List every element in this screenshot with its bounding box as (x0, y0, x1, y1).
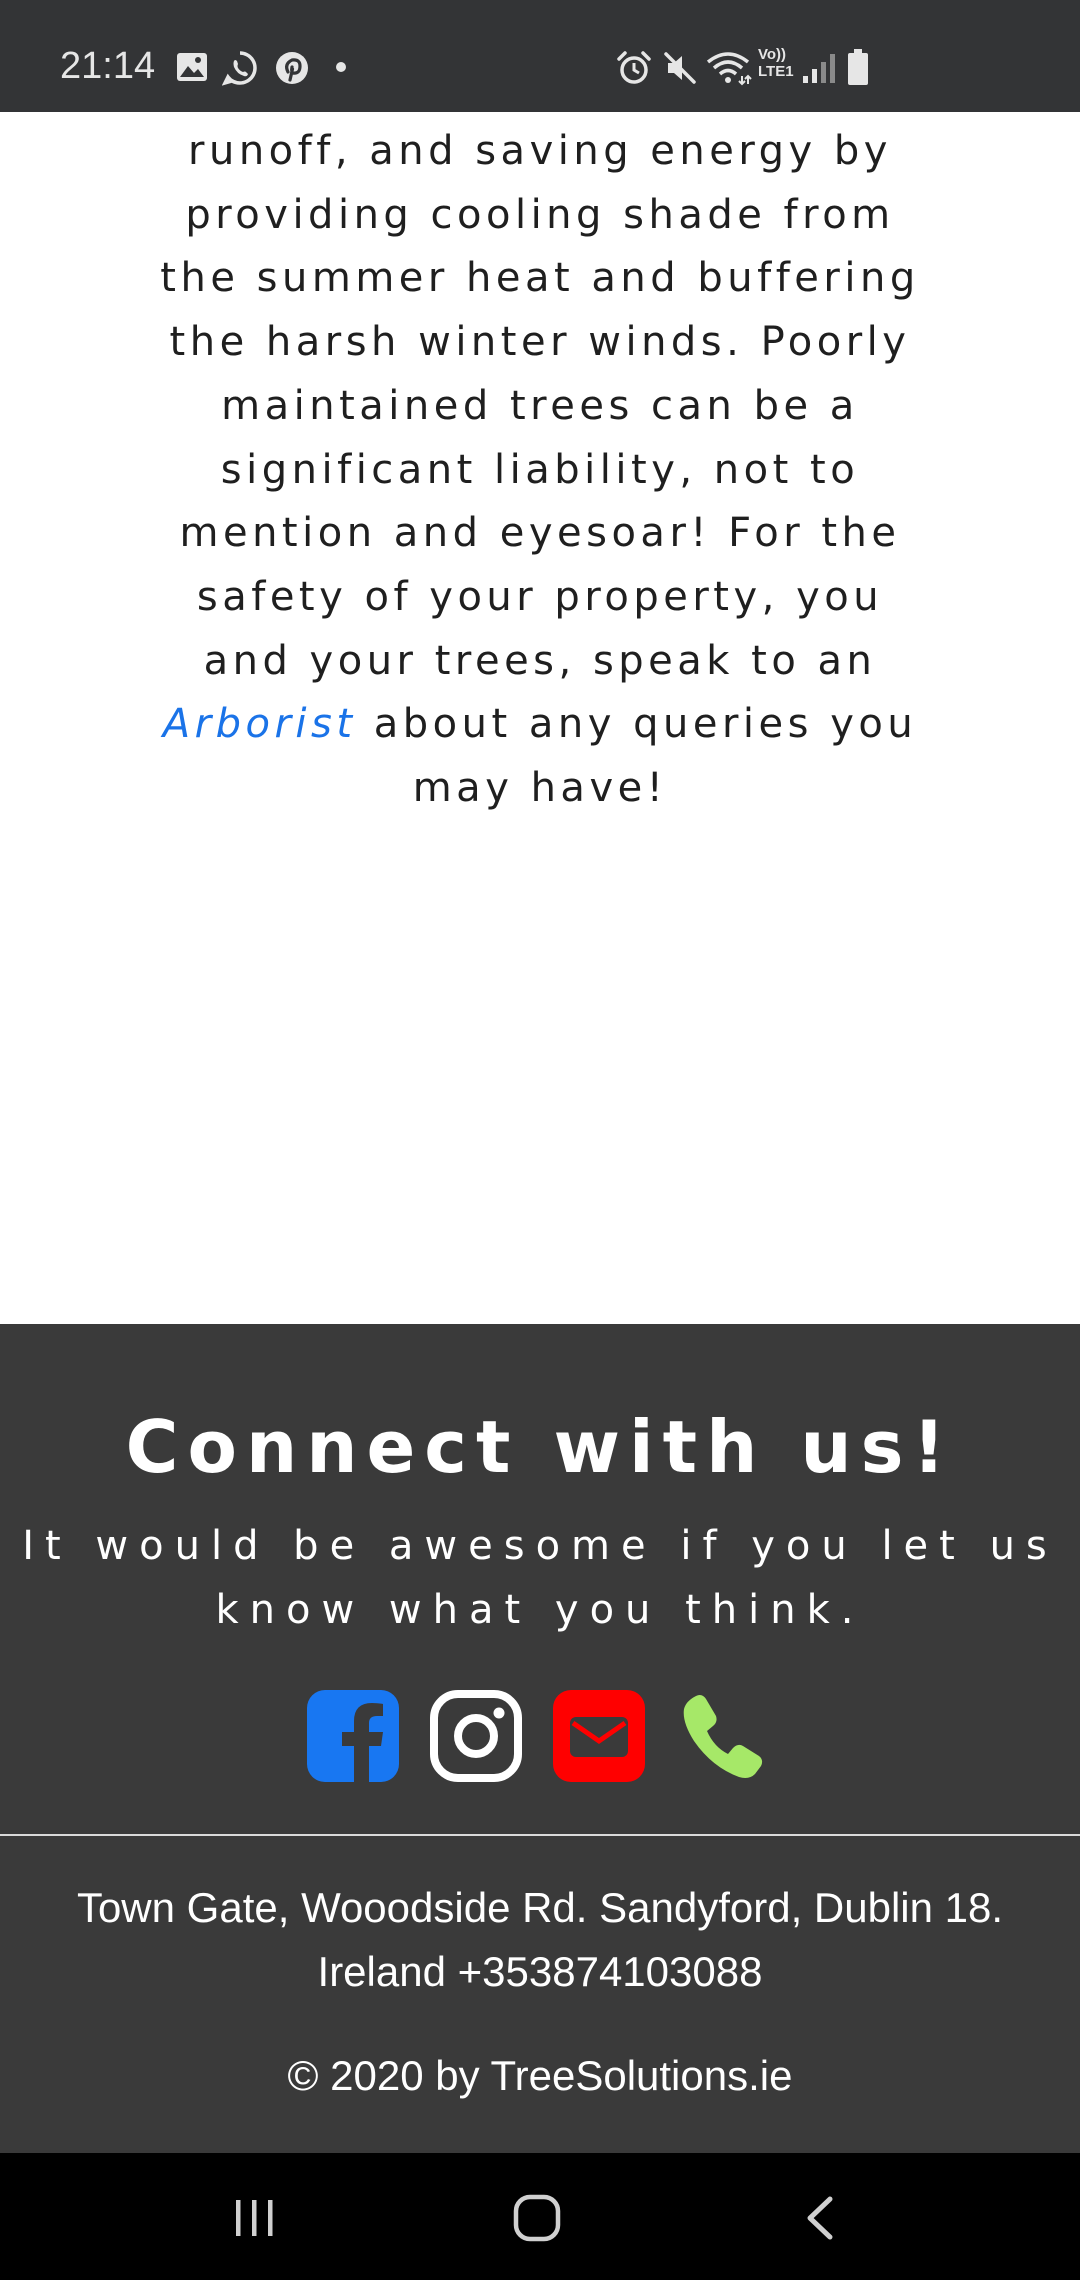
footer-divider (0, 1834, 1080, 1836)
address-line2: Ireland +353874103088 (317, 1948, 763, 1995)
home-icon[interactable] (512, 2193, 562, 2243)
content-area: runoff, and saving energy by providing c… (0, 112, 1080, 1324)
social-links (0, 1690, 1080, 1782)
footer-subheading: It would be awesome if you let us know w… (22, 1523, 1058, 1633)
gallery-icon (177, 53, 207, 81)
footer: Connect with us! It would be awesome if … (0, 1324, 1080, 2153)
arborist-link[interactable]: Arborist (163, 701, 357, 747)
whatsapp-icon (222, 51, 257, 86)
phone-button[interactable] (676, 1690, 768, 1782)
facebook-icon (307, 1690, 399, 1782)
notification-dot (336, 62, 346, 72)
alarm-icon (617, 51, 651, 84)
instagram-button[interactable] (430, 1690, 522, 1782)
article-text-before: runoff, and saving energy by providing c… (160, 128, 920, 684)
signal-icon (803, 54, 835, 83)
email-icon (553, 1690, 645, 1782)
article-text-after: about any queries you may have! (356, 701, 918, 812)
footer-copyright: © 2020 by TreeSolutions.ie (287, 2052, 793, 2099)
navigation-bar (0, 2153, 1080, 2280)
back-icon[interactable] (800, 2195, 840, 2241)
facebook-button[interactable] (307, 1690, 399, 1782)
status-bar: 21:14 Vo)) LTE1 (0, 0, 1080, 112)
lte-line2: LTE1 (758, 63, 794, 80)
phone-icon (683, 1695, 763, 1778)
mute-icon (664, 52, 696, 84)
wifi-icon (706, 52, 752, 86)
recents-icon[interactable] (232, 2195, 278, 2241)
footer-heading: Connect with us! (125, 1405, 955, 1489)
battery-icon (848, 49, 868, 85)
lte-line1: Vo)) (758, 46, 787, 63)
email-button[interactable] (553, 1690, 645, 1782)
instagram-icon (430, 1690, 522, 1782)
pinterest-icon (276, 52, 308, 84)
address-line1: Town Gate, Wooodside Rd. Sandyford, Dubl… (76, 1884, 1004, 1931)
status-time: 21:14 (60, 45, 156, 87)
lte-icon: Vo)) LTE1 (758, 46, 794, 80)
footer-address: Town Gate, Wooodside Rd. Sandyford, Dubl… (0, 1876, 1080, 2004)
article-paragraph: runoff, and saving energy by providing c… (150, 120, 930, 821)
